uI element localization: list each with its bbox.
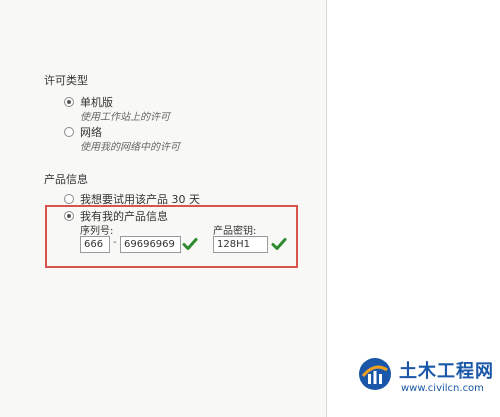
- watermark-title: 土木工程网: [399, 361, 494, 382]
- network-desc: 使用我的网络中的许可: [80, 142, 180, 153]
- check-icon: [182, 238, 198, 250]
- network-radio[interactable]: [64, 127, 74, 137]
- serial-number-input[interactable]: [120, 236, 181, 253]
- watermark-url: www.civilcn.com: [401, 383, 484, 394]
- standalone-radio[interactable]: [64, 97, 74, 107]
- check-icon: [271, 238, 287, 250]
- trial-radio[interactable]: [64, 194, 74, 204]
- serial-number-label: 序列号:: [80, 226, 114, 237]
- product-key-input[interactable]: [213, 236, 268, 253]
- product-key-label: 产品密钥:: [213, 226, 257, 237]
- serial-separator: -: [113, 237, 117, 248]
- standalone-desc: 使用工作站上的许可: [80, 112, 170, 123]
- product-info-title: 产品信息: [44, 173, 88, 186]
- have-info-radio[interactable]: [64, 211, 74, 221]
- license-type-title: 许可类型: [44, 74, 88, 87]
- watermark-logo-icon: [359, 358, 391, 390]
- serial-prefix-input[interactable]: [80, 236, 110, 253]
